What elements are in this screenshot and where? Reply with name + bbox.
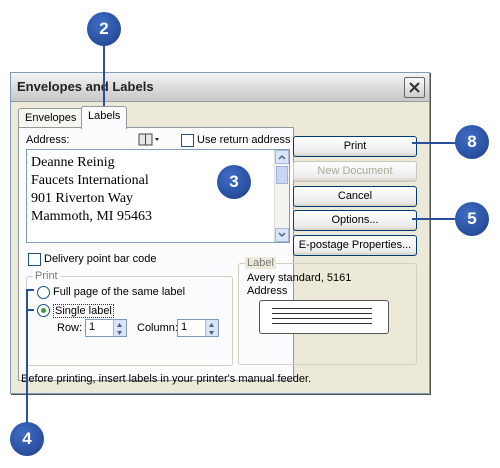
column-value: 1: [181, 321, 188, 333]
callout-5-line: [412, 218, 456, 220]
row-down-button[interactable]: [113, 328, 126, 336]
address-line-3: 901 Riverton Way: [31, 191, 134, 206]
dialog-title: Envelopes and Labels: [17, 79, 154, 94]
address-textarea[interactable]: Deanne Reinig Faucets International 901 …: [26, 149, 290, 243]
tab-labels-label: Labels: [88, 110, 121, 122]
tab-labels[interactable]: Labels: [81, 106, 128, 129]
footer-hint: Before printing, insert labels in your p…: [21, 373, 312, 385]
chevron-down-icon: [117, 331, 122, 335]
column-down-button[interactable]: [205, 328, 218, 336]
single-label-label: Single label: [53, 304, 114, 318]
callout-4-bracket-bottom: [26, 309, 34, 311]
use-return-address-label: Use return address: [197, 134, 291, 146]
address-text: Deanne Reinig Faucets International 901 …: [31, 154, 152, 226]
new-document-button[interactable]: New Document: [293, 161, 417, 182]
callout-2: 2: [87, 12, 121, 46]
label-type: Address: [247, 285, 288, 297]
scroll-thumb[interactable]: [276, 166, 288, 184]
column-label: Column:: [137, 322, 178, 334]
address-line-2: Faucets International: [31, 173, 149, 188]
callout-8-line: [412, 142, 456, 144]
label-group-title: Label: [245, 257, 276, 269]
full-page-label: Full page of the same label: [53, 286, 186, 298]
address-scrollbar[interactable]: [274, 150, 289, 242]
callout-8: 8: [455, 125, 489, 159]
cancel-button[interactable]: Cancel: [293, 186, 417, 207]
use-return-address-checkbox[interactable]: [181, 134, 194, 147]
callout-2-line: [103, 46, 105, 106]
close-button[interactable]: [404, 77, 425, 98]
address-label: Address:: [26, 134, 70, 146]
row-value: 1: [89, 321, 96, 333]
scroll-down-button[interactable]: [275, 228, 289, 242]
print-group-title: Print: [33, 270, 60, 282]
full-page-radio[interactable]: [37, 286, 50, 299]
delivery-point-barcode-label: Delivery point bar code: [44, 253, 157, 265]
chevron-up-icon: [278, 154, 286, 160]
close-icon: [409, 82, 420, 93]
single-label-radio[interactable]: [37, 304, 50, 317]
tab-envelopes-label: Envelopes: [25, 112, 77, 124]
column-up-button[interactable]: [205, 320, 218, 328]
row-spinner[interactable]: 1: [85, 319, 127, 337]
title-bar: Envelopes and Labels: [11, 73, 429, 102]
envelopes-labels-dialog: Envelopes and Labels Envelopes Labels Ad…: [10, 72, 430, 394]
row-label: Row:: [57, 322, 83, 334]
callout-3: 3: [217, 165, 251, 199]
callout-5: 5: [455, 202, 489, 236]
label-name: Avery standard, 5161: [247, 272, 352, 284]
scroll-up-button[interactable]: [275, 150, 289, 164]
epostage-properties-button[interactable]: E-postage Properties...: [293, 235, 417, 256]
column-spinner[interactable]: 1: [177, 319, 219, 337]
options-button[interactable]: Options...: [293, 210, 417, 231]
tab-envelopes[interactable]: Envelopes: [18, 108, 84, 128]
label-group[interactable]: Label Avery standard, 5161 Address: [238, 257, 417, 365]
chevron-down-icon: [209, 331, 214, 335]
label-preview-icon: [259, 300, 389, 334]
print-button[interactable]: Print: [293, 136, 417, 157]
delivery-point-barcode-checkbox[interactable]: [28, 253, 41, 266]
callout-4: 4: [10, 422, 44, 456]
address-line-4: Mammoth, MI 95463: [31, 209, 152, 224]
address-book-icon[interactable]: [138, 133, 160, 149]
callout-4-bracket-top: [26, 289, 34, 291]
row-up-button[interactable]: [113, 320, 126, 328]
address-line-1: Deanne Reinig: [31, 155, 115, 170]
chevron-down-icon: [278, 232, 286, 238]
